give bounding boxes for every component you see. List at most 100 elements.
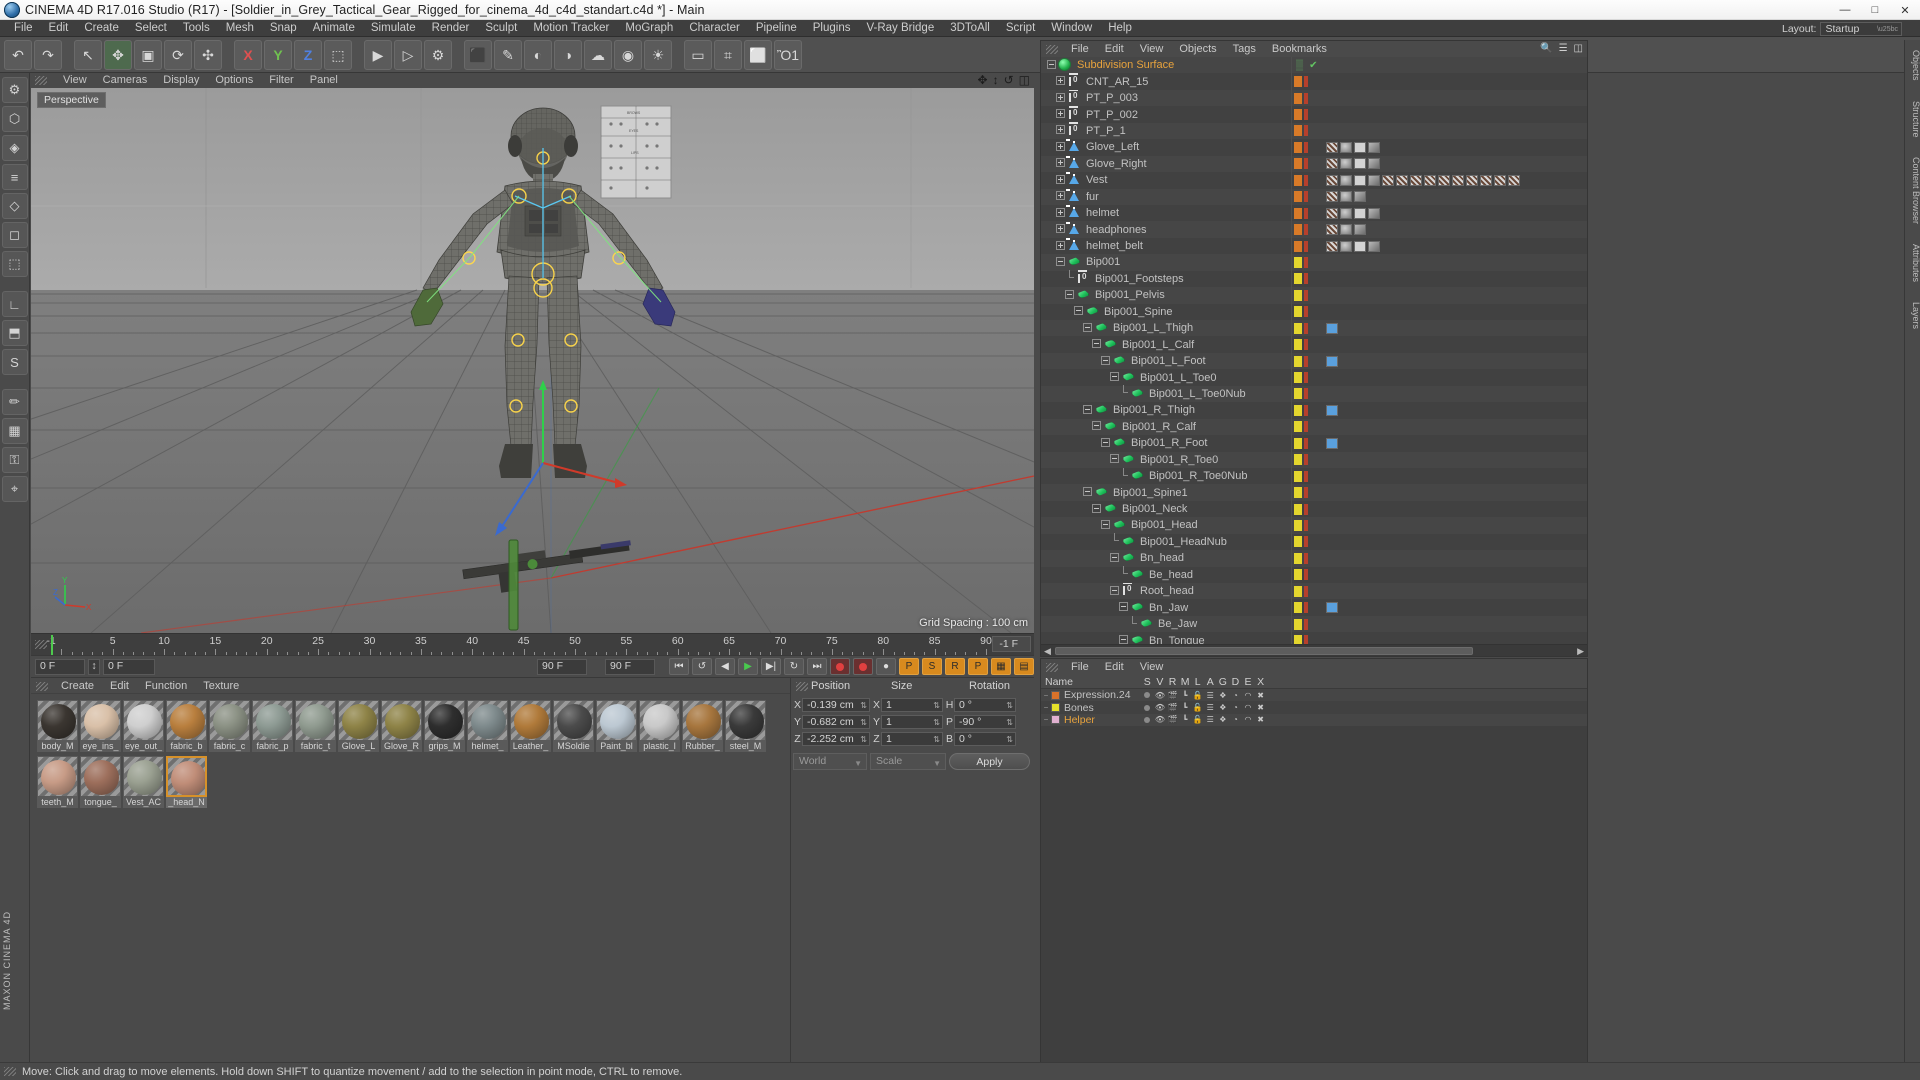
position-key-button[interactable]: P	[899, 658, 919, 675]
material-swatch[interactable]: Glove_R	[381, 700, 422, 754]
material-swatch[interactable]: steel_M	[725, 700, 766, 754]
layer-color-marker-yellow[interactable]	[1294, 487, 1302, 499]
environment-button[interactable]: ☁	[584, 39, 612, 70]
layer-toggle-g[interactable]: ❖	[1217, 714, 1230, 726]
panel-grip-icon[interactable]	[796, 682, 808, 691]
preview-end-field[interactable]: 90 F	[605, 658, 655, 675]
object-tree-row[interactable]: Glove_Left	[1041, 139, 1291, 156]
size-field[interactable]: 1 ⇅	[881, 715, 943, 729]
tree-collapse-icon[interactable]: −	[1041, 703, 1051, 712]
layer-color-marker-orange[interactable]	[1294, 76, 1302, 88]
layer-color-marker-red[interactable]	[1304, 109, 1308, 121]
tree-collapse-icon[interactable]	[1083, 404, 1094, 416]
panel-options-icon[interactable]: ◫	[1574, 43, 1583, 54]
layer-color-marker-red[interactable]	[1304, 503, 1308, 515]
menu-item-character[interactable]: Character	[681, 20, 748, 37]
layer-color-marker-yellow[interactable]	[1294, 306, 1302, 318]
stepper-icon[interactable]: ⇅	[933, 716, 940, 729]
layer-color-marker-orange[interactable]	[1294, 191, 1302, 203]
tree-expand-icon[interactable]	[1056, 240, 1067, 252]
transform-tool[interactable]: ✣	[194, 39, 222, 70]
layer-color-marker-red[interactable]	[1304, 322, 1308, 334]
tree-collapse-icon[interactable]: −	[1041, 691, 1051, 700]
layer-color-marker-red[interactable]	[1304, 470, 1308, 482]
edge-mode-tool[interactable]: ≡	[1, 164, 28, 190]
layer-toggle-d[interactable]: ◔	[1229, 689, 1242, 701]
polygon-mode-tool[interactable]: ◇	[1, 193, 28, 219]
panel-grip-icon[interactable]	[4, 1067, 16, 1076]
tree-collapse-icon[interactable]	[1119, 602, 1130, 613]
layer-toggle-e[interactable]: ◠	[1242, 689, 1255, 701]
object-tag-row[interactable]	[1292, 599, 1587, 616]
material-swatch[interactable]: eye_out_	[123, 700, 164, 754]
start-frame-field[interactable]: 0 F	[103, 658, 155, 675]
menu-item-plugins[interactable]: Plugins	[805, 20, 859, 37]
layer-toggle-l[interactable]: 🔓	[1191, 701, 1204, 713]
size-field[interactable]: 1 ⇅	[881, 698, 943, 712]
layer-color-marker-yellow[interactable]	[1294, 404, 1302, 416]
minimize-button[interactable]: —	[1830, 0, 1860, 20]
layer-color-marker-red[interactable]	[1304, 339, 1308, 351]
texture-tag-icon[interactable]	[1340, 240, 1352, 252]
layer-toggle-l[interactable]: 🔓	[1191, 689, 1204, 701]
object-tag-row[interactable]	[1292, 320, 1587, 337]
object-tree-row[interactable]: Bn_Tongue	[1041, 632, 1291, 644]
object-menu-objects[interactable]: Objects	[1171, 41, 1224, 57]
bend-deformer-button[interactable]: ◑	[554, 39, 582, 70]
object-tree-body[interactable]: Subdivision Surface 0 CNT_AR_15 0 PT_P_003 0 P…	[1041, 57, 1587, 644]
layer-color-marker-red[interactable]	[1304, 355, 1308, 367]
layer-color-marker-red[interactable]	[1304, 207, 1308, 219]
generator-button[interactable]: ◐	[524, 39, 552, 70]
mat-tag-icon[interactable]	[1368, 174, 1380, 186]
object-tree-row[interactable]: Bip001_L_Toe0	[1041, 369, 1291, 386]
stepper-icon[interactable]: ⇅	[1006, 733, 1013, 746]
object-tag-row[interactable]	[1292, 550, 1587, 567]
menu-item-sculpt[interactable]: Sculpt	[477, 20, 525, 37]
layer-color-marker-red[interactable]	[1304, 240, 1308, 252]
layer-toggle-g[interactable]: ❖	[1217, 689, 1230, 701]
weight-tag-icon[interactable]	[1382, 174, 1394, 186]
weight-tag-icon[interactable]	[1424, 174, 1436, 186]
dock-tab-content-browser[interactable]: Content Browser	[1905, 147, 1920, 234]
layer-toggle-v[interactable]: 👁	[1154, 689, 1167, 701]
stepper-icon[interactable]: ⇅	[1006, 699, 1013, 712]
layer-toggle-v[interactable]: 👁	[1154, 701, 1167, 713]
layer-color-marker-orange[interactable]	[1294, 92, 1302, 104]
layer-color-marker-yellow[interactable]	[1294, 602, 1302, 614]
layer-toggle-m[interactable]: ┗	[1179, 689, 1192, 701]
viewport-menu-panel[interactable]: Panel	[302, 73, 346, 88]
layer-toggle-x[interactable]: ✖	[1254, 714, 1267, 726]
end-frame-field[interactable]: 90 F	[537, 658, 587, 675]
tree-expand-icon[interactable]	[1056, 224, 1067, 235]
viewport-menu-filter[interactable]: Filter	[261, 73, 301, 88]
object-tag-row[interactable]	[1292, 106, 1587, 123]
object-tag-row[interactable]: ▒ ✔	[1292, 57, 1587, 74]
layer-toggle-d[interactable]: ◔	[1229, 714, 1242, 726]
layer-color-marker-red[interactable]	[1304, 174, 1308, 186]
object-tree-row[interactable]: fur	[1041, 188, 1291, 205]
layer-color-marker-red[interactable]	[1304, 536, 1308, 548]
panel-grip-icon[interactable]	[36, 682, 48, 691]
texture-tag-icon[interactable]	[1340, 141, 1352, 153]
material-swatch[interactable]: eye_ins_	[80, 700, 121, 754]
object-tag-row[interactable]	[1292, 418, 1587, 436]
material-swatch[interactable]: Glove_L	[338, 700, 379, 754]
material-swatch[interactable]: tongue_	[80, 756, 121, 810]
tree-collapse-icon[interactable]	[1101, 519, 1112, 531]
object-tree-row[interactable]: Bip001_L_Thigh	[1041, 320, 1291, 337]
material-swatch[interactable]: Leather_	[510, 700, 551, 754]
layer-toggle-r[interactable]: 🎬	[1166, 714, 1179, 726]
texture-tag-icon[interactable]	[1340, 224, 1352, 236]
menu-item-edit[interactable]: Edit	[41, 20, 77, 37]
tree-collapse-icon[interactable]: −	[1041, 715, 1051, 724]
layer-color-marker-red[interactable]	[1304, 404, 1308, 416]
layer-color-marker-yellow[interactable]	[1294, 618, 1302, 630]
dock-tab-objects[interactable]: Objects	[1905, 40, 1920, 91]
layer-toggle-e[interactable]: ◠	[1242, 714, 1255, 726]
go-to-start-button[interactable]: ⏮	[669, 658, 689, 675]
object-tree-row[interactable]: Bip001_R_Calf	[1041, 418, 1291, 436]
layer-color-marker-orange[interactable]	[1294, 109, 1302, 121]
layer-color-marker-red[interactable]	[1304, 92, 1308, 104]
object-tag-row[interactable]	[1292, 188, 1587, 205]
object-tag-row[interactable]	[1292, 172, 1587, 189]
